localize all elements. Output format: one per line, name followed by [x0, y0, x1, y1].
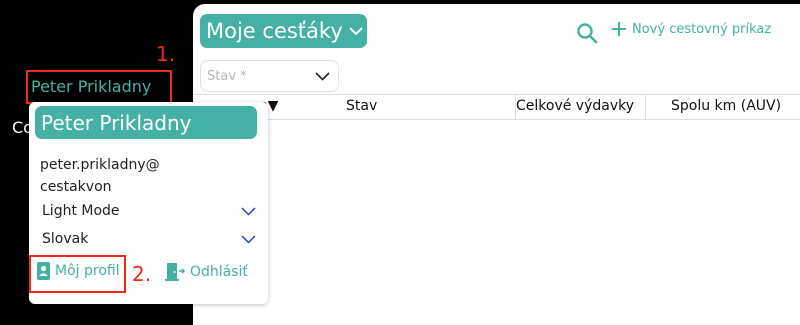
- popup-email: peter.prikladny@ cestakvon: [40, 154, 190, 198]
- table-header: e▼ Stav Celkové výdavky Spolu km (AUV): [193, 94, 800, 120]
- logout-label: Odhlásiť: [190, 263, 248, 280]
- annotation-box-step1: [26, 70, 172, 104]
- chevron-down-icon: [241, 234, 256, 244]
- column-header-total-km[interactable]: Spolu km (AUV): [671, 98, 781, 114]
- new-travel-order-button[interactable]: Nový cestovný príkaz: [611, 21, 771, 37]
- logout-button[interactable]: Odhlásiť: [165, 262, 248, 281]
- new-travel-order-label: Nový cestovný príkaz: [632, 21, 772, 37]
- app-title-label: Moje cesťáky: [206, 19, 343, 43]
- column-header-status[interactable]: Stav: [346, 98, 377, 114]
- logout-door-icon: [165, 263, 185, 281]
- annotation-step1: 1.: [156, 42, 176, 66]
- theme-select[interactable]: Light Mode: [42, 203, 256, 219]
- search-icon[interactable]: [576, 22, 598, 44]
- chevron-down-icon: [241, 206, 256, 216]
- popup-email-line1: peter.prikladny@: [40, 157, 160, 173]
- annotation-box-step2: [29, 255, 126, 293]
- app-title-dropdown[interactable]: Moje cesťáky: [200, 14, 367, 48]
- popup-user-name: Peter Prikladny: [35, 106, 257, 139]
- annotation-step2: 2.: [132, 262, 152, 286]
- theme-label: Light Mode: [42, 203, 120, 219]
- language-label: Slovak: [42, 231, 89, 247]
- plus-icon: [612, 22, 626, 36]
- status-placeholder: Stav *: [207, 68, 247, 84]
- status-select[interactable]: Stav *: [200, 60, 339, 92]
- chevron-down-icon: [315, 71, 330, 81]
- language-select[interactable]: Slovak: [42, 231, 256, 247]
- column-header-total-expenses[interactable]: Celkové výdavky: [516, 98, 634, 114]
- chevron-down-icon: [349, 26, 363, 36]
- main-panel: Moje cesťáky Nový cestovný príkaz Stav *…: [193, 4, 800, 325]
- column-divider: [645, 95, 646, 119]
- popup-email-line2: cestakvon: [40, 179, 112, 195]
